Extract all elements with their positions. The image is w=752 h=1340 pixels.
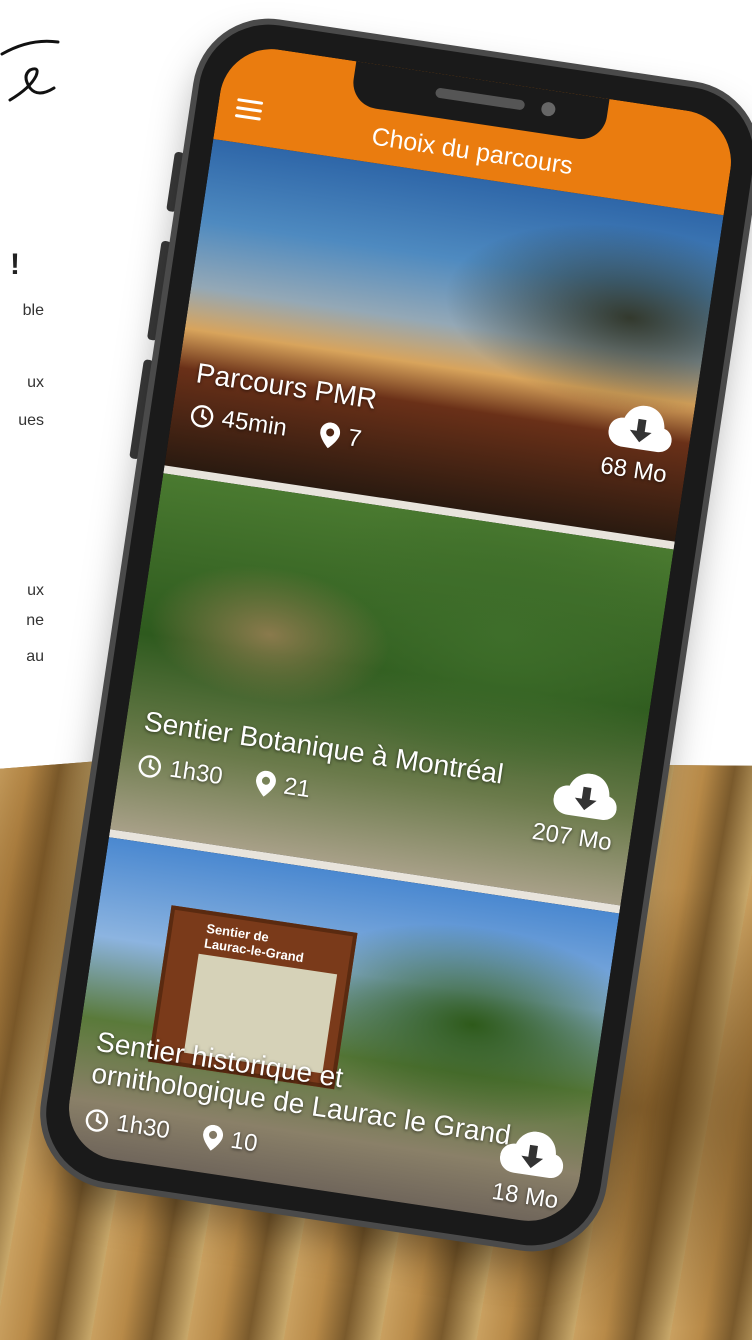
download-button[interactable]: 68 Mo (556, 394, 677, 489)
route-duration: 1h30 (167, 755, 225, 791)
text-fragment: au (26, 648, 44, 665)
handwritten-logo (0, 39, 60, 102)
text-fragment: ues (18, 412, 44, 429)
cloud-download-icon (500, 1131, 564, 1179)
route-duration: 1h30 (114, 1109, 172, 1145)
text-fragment: ble (22, 302, 44, 319)
route-stops: 10 (228, 1126, 260, 1158)
route-meta: 1h30 21 (136, 751, 312, 804)
cloud-download-icon (553, 773, 617, 821)
route-stops: 7 (345, 424, 364, 453)
download-button[interactable]: 207 Mo (501, 762, 622, 857)
text-fragment: ne (26, 612, 44, 629)
location-pin-icon (320, 422, 341, 449)
location-pin-icon (203, 1124, 224, 1151)
location-pin-icon (256, 770, 277, 797)
clock-icon (138, 755, 162, 778)
headline-fragment: ! (10, 248, 20, 281)
route-stops: 21 (281, 772, 313, 804)
clock-icon (190, 405, 214, 428)
text-fragment: ux (27, 374, 44, 391)
cloud-download-icon (608, 405, 672, 453)
clock-icon (85, 1109, 109, 1132)
route-card[interactable]: Sentier Botanique à Montréal 1h30 21 207… (108, 473, 674, 914)
download-button[interactable]: 18 Mo (447, 1120, 568, 1215)
text-fragment: ux (27, 582, 44, 599)
route-meta: 1h30 10 (83, 1105, 259, 1158)
front-camera (540, 101, 557, 118)
speaker-grille (434, 87, 526, 111)
route-duration: 45min (220, 405, 289, 442)
